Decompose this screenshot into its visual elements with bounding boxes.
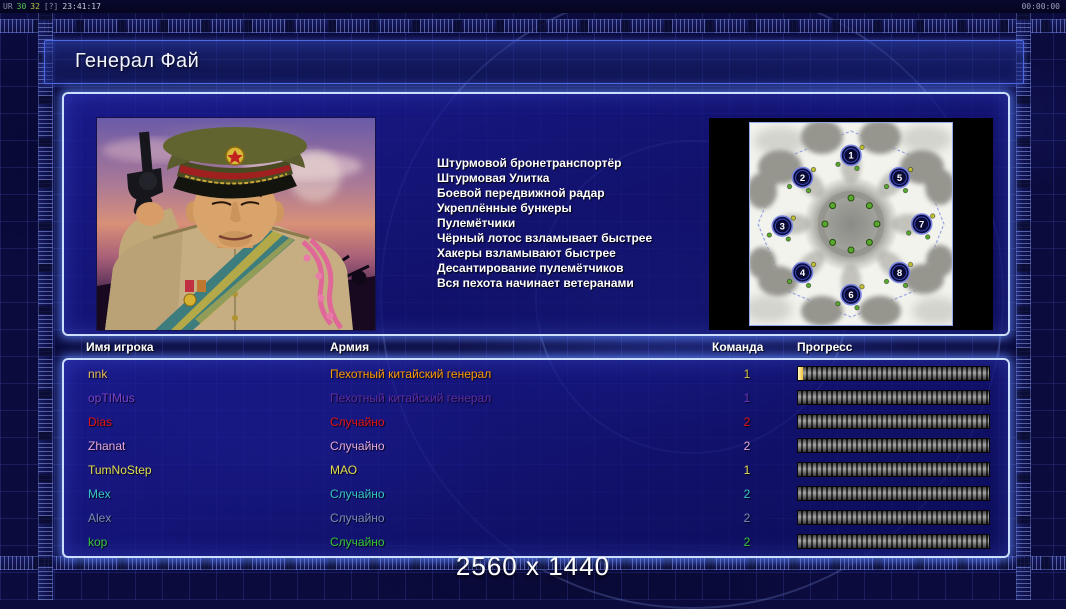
player-team: 2: [743, 535, 751, 549]
status-overlay-left: UR 30 32 [?] 23:41:17: [3, 0, 105, 13]
column-header-team: Команда: [712, 340, 764, 354]
ability-item: Пулемётчики: [437, 216, 516, 230]
player-team: 2: [743, 511, 751, 525]
supply-dot: [821, 220, 829, 228]
player-team: 1: [743, 391, 751, 405]
general-title-panel: Генерал Фай: [44, 40, 1024, 84]
general-info-panel: Штурмовой бронетранспортёр Штурмовая Улит…: [62, 92, 1010, 336]
players-panel: nnk Пехотный китайский генерал 1 opTIMus Пех…: [62, 358, 1010, 558]
column-header-player-name: Имя игрока: [86, 340, 154, 354]
supply-dot: [829, 238, 837, 246]
player-name: Mex: [88, 487, 111, 501]
progress-fill: [798, 367, 803, 380]
spawn-number: 7: [919, 219, 924, 230]
player-army: Случайно: [330, 439, 385, 453]
progress-bar: [797, 486, 990, 501]
general-portrait-image: [97, 118, 375, 330]
status-segment: 32: [30, 2, 40, 11]
ability-item: Чёрный лотос взламывает быстрее: [437, 231, 653, 245]
player-army: Случайно: [330, 535, 385, 549]
ability-item: Укреплённые бункеры: [437, 201, 572, 215]
spawn-number: 6: [848, 290, 853, 301]
supply-dot: [847, 194, 855, 202]
player-row: Alex Случайно 2: [64, 506, 1008, 530]
player-row: TumNoStep МАО 1: [64, 458, 1008, 482]
supply-dot: [865, 202, 873, 210]
player-name: Zhanat: [88, 439, 126, 453]
status-segment: UR: [3, 2, 13, 11]
player-army: МАО: [330, 463, 358, 477]
ability-item: Десантирование пулемётчиков: [437, 261, 624, 275]
spawn-number: 3: [780, 221, 785, 232]
ruler-right: [1016, 12, 1031, 600]
player-army: Случайно: [330, 415, 385, 429]
supply-dot: [847, 246, 855, 254]
player-army: Пехотный китайский генерал: [330, 367, 492, 381]
player-army: Случайно: [330, 511, 385, 525]
player-row: Dias Случайно 2: [64, 410, 1008, 434]
status-segment: [?]: [43, 2, 59, 11]
supply-dot: [865, 238, 873, 246]
ruler-top: [0, 19, 1066, 33]
player-name: nnk: [88, 367, 108, 381]
ability-item: Хакеры взламывают быстрее: [437, 246, 616, 260]
player-army: Случайно: [330, 487, 385, 501]
general-portrait: [96, 117, 376, 331]
spawn-number: 1: [848, 151, 854, 162]
column-header-army: Армия: [330, 340, 370, 354]
player-name: Alex: [88, 511, 112, 525]
player-row: Zhanat Случайно 2: [64, 434, 1008, 458]
status-segment: 23:41:17: [62, 2, 101, 11]
ability-item: Вся пехота начинает ветеранами: [437, 276, 634, 290]
player-name: kop: [88, 535, 108, 549]
minimap: 1 2 5 3 7 4 8 6: [749, 122, 953, 326]
progress-bar: [797, 438, 990, 453]
progress-bar: [797, 366, 990, 381]
player-team: 2: [743, 487, 751, 501]
ability-item: Штурмовой бронетранспортёр: [437, 156, 622, 170]
spawn-number: 4: [800, 268, 806, 279]
progress-bar: [797, 390, 990, 405]
player-team: 1: [743, 463, 751, 477]
column-header-progress: Прогресс: [797, 340, 853, 354]
status-bar: UR 30 32 [?] 23:41:17 00:00:00: [0, 0, 1066, 13]
spawn-number: 5: [897, 173, 903, 184]
ruler-left: [38, 12, 53, 600]
player-row: nnk Пехотный китайский генерал 1: [64, 362, 1008, 386]
page-title: Генерал Фай: [75, 50, 200, 72]
spawn-number: 2: [800, 173, 805, 184]
progress-bar: [797, 534, 990, 549]
player-name: Dias: [88, 415, 113, 429]
player-row: opTIMus Пехотный китайский генерал 1: [64, 386, 1008, 410]
minimap-box: 1 2 5 3 7 4 8 6: [709, 118, 993, 330]
progress-bar: [797, 462, 990, 477]
player-army: Пехотный китайский генерал: [330, 391, 492, 405]
spawn-number: 8: [897, 268, 902, 279]
progress-bar: [797, 510, 990, 525]
status-segment: 30: [16, 2, 27, 11]
player-team: 2: [743, 439, 751, 453]
progress-bar: [797, 414, 990, 429]
supply-dot: [829, 202, 837, 210]
ability-item: Штурмовая Улитка: [437, 171, 550, 185]
player-row: Mex Случайно 2: [64, 482, 1008, 506]
abilities-list: Штурмовой бронетранспортёр Штурмовая Улит…: [437, 156, 707, 291]
player-name: TumNoStep: [88, 463, 152, 477]
resolution-overlay: 2560 x 1440: [455, 551, 611, 581]
player-team: 1: [743, 367, 751, 381]
player-name: opTIMus: [88, 391, 135, 405]
status-timer: 00:00:00: [1021, 2, 1060, 11]
player-team: 2: [743, 415, 751, 429]
ability-item: Боевой передвижной радар: [437, 186, 605, 200]
supply-dot: [873, 220, 881, 228]
players-rows: nnk Пехотный китайский генерал 1 opTIMus Пех…: [64, 362, 1008, 556]
